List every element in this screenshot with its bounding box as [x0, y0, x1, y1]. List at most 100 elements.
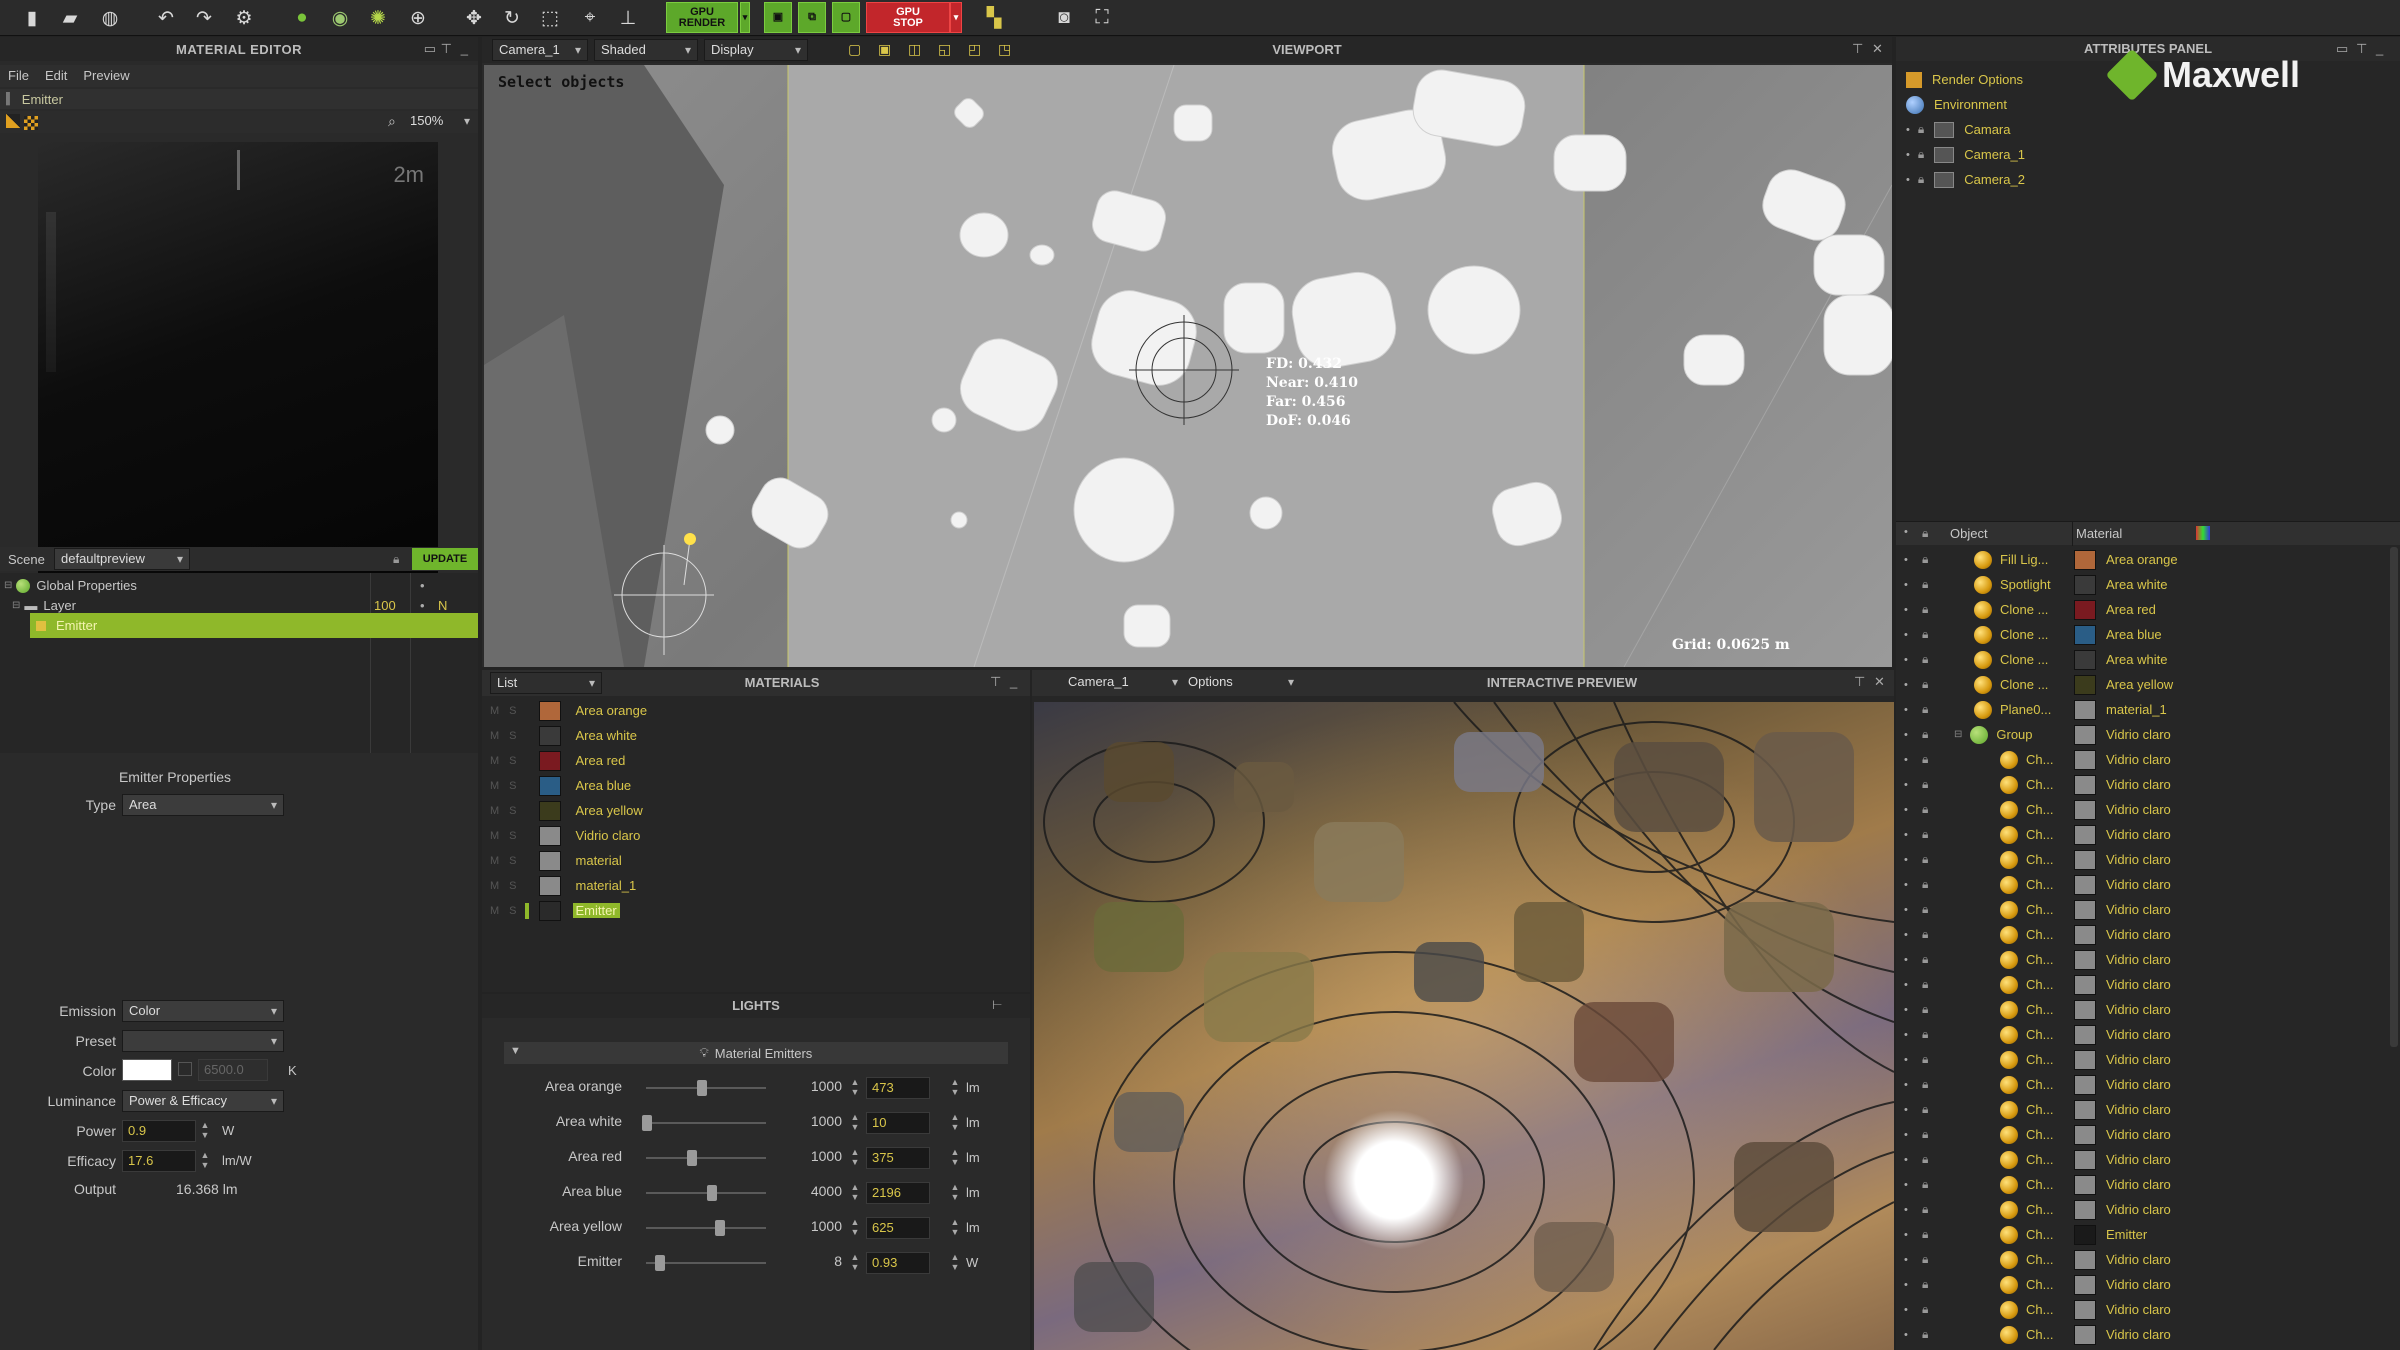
stop-dropdown-icon[interactable]: ▾ [950, 2, 962, 33]
light-slider-knob[interactable] [642, 1115, 652, 1131]
checker-icon[interactable] [24, 116, 38, 130]
object-row[interactable]: • 🔒︎ Ch... Vidrio claro [1896, 747, 2390, 772]
object-lock-icon[interactable]: 🔒︎ [1922, 1002, 1942, 1017]
object-lock-icon[interactable]: 🔒︎ [1922, 952, 1942, 967]
object-material-name[interactable]: Vidrio claro [2106, 1027, 2171, 1042]
object-material-name[interactable]: Vidrio claro [2106, 1302, 2171, 1317]
efficacy-stepper[interactable]: ▲ ▼ [198, 1150, 212, 1172]
object-lock-icon[interactable]: 🔒︎ [1922, 977, 1942, 992]
light-value-field[interactable]: 473 [866, 1077, 930, 1099]
panel-pin-icon[interactable]: ⊤ [441, 41, 452, 57]
light-max-stepper[interactable]: ▲ ▼ [848, 1182, 862, 1204]
tree-item-emitter[interactable]: Emitter [30, 613, 478, 638]
menu-edit[interactable]: Edit [37, 65, 75, 87]
material-emitters-group[interactable]: ▼ 💡︎ Material Emitters [504, 1042, 1008, 1064]
object-lock-icon[interactable]: 🔒︎ [1922, 1252, 1942, 1267]
object-material-name[interactable]: material_1 [2106, 702, 2167, 717]
render-blowup-icon[interactable]: ⧉ [798, 2, 826, 33]
object-row[interactable]: • 🔒︎ Ch... Vidrio claro [1896, 847, 2390, 872]
object-material-name[interactable]: Vidrio claro [2106, 852, 2171, 867]
efficacy-field[interactable]: 17.6 [122, 1150, 196, 1172]
object-row[interactable]: • 🔒︎ Ch... Vidrio claro [1896, 1247, 2390, 1272]
object-row[interactable]: • 🔒︎ Ch... Vidrio claro [1896, 947, 2390, 972]
material-item[interactable]: M S Area blue [482, 773, 1030, 798]
panel-minimize-icon[interactable]: _ [461, 41, 468, 56]
object-row[interactable]: • 🔒︎ Clone ... Area yellow [1896, 672, 2390, 697]
color-temperature-field[interactable]: 6500.0 [198, 1059, 268, 1081]
object-lock-icon[interactable]: 🔒︎ [1922, 927, 1942, 942]
viewport-close-icon[interactable]: ✕ [1872, 41, 1883, 57]
material-m-flag[interactable]: M [490, 780, 499, 792]
material-ball-icon[interactable]: ◉ [326, 4, 354, 32]
object-lock-icon[interactable]: 🔒︎ [1922, 1152, 1942, 1167]
materials-minimize-icon[interactable]: _ [1010, 674, 1017, 689]
light-value-stepper[interactable]: ▲ ▼ [948, 1252, 962, 1274]
material-s-flag[interactable]: S [509, 855, 516, 867]
light-value-field[interactable]: 375 [866, 1147, 930, 1169]
header-lock-icon[interactable]: 🔒︎ [1922, 526, 1928, 541]
object-row[interactable]: • 🔒︎ Ch... Vidrio claro [1896, 1322, 2390, 1347]
object-material-name[interactable]: Vidrio claro [2106, 1202, 2171, 1217]
object-material-name[interactable]: Vidrio claro [2106, 1252, 2171, 1267]
object-lock-icon[interactable]: 🔒︎ [1922, 852, 1942, 867]
material-column-header[interactable]: Material [2076, 526, 2122, 541]
light-slider-track[interactable] [646, 1122, 766, 1124]
object-material-name[interactable]: Vidrio claro [2106, 827, 2171, 842]
attributes-minimize-icon[interactable]: _ [2376, 41, 2383, 56]
render-options-item[interactable]: Render Options [1896, 67, 2196, 92]
materials-view-select[interactable]: List [490, 672, 602, 694]
object-material-name[interactable]: Vidrio claro [2106, 1277, 2171, 1292]
light-slider-knob[interactable] [715, 1220, 725, 1236]
render-preview-icon[interactable]: ▢ [832, 2, 860, 33]
material-m-flag[interactable]: M [490, 805, 499, 817]
object-row[interactable]: • 🔒︎ Ch... Vidrio claro [1896, 872, 2390, 897]
object-material-name[interactable]: Vidrio claro [2106, 877, 2171, 892]
object-lock-icon[interactable]: 🔒︎ [1922, 677, 1942, 692]
object-material-name[interactable]: Vidrio claro [2106, 927, 2171, 942]
object-row[interactable]: • 🔒︎ Ch... Vidrio claro [1896, 1272, 2390, 1297]
material-s-flag[interactable]: S [509, 830, 516, 842]
axis-icon[interactable]: ⊥ [614, 4, 642, 32]
preview-pin-icon[interactable]: ⊤ [1854, 674, 1865, 690]
object-material-name[interactable]: Vidrio claro [2106, 802, 2171, 817]
view-split-icon[interactable]: ◫ [908, 41, 921, 58]
light-value-field[interactable]: 0.93 [866, 1252, 930, 1274]
scene-lock-icon[interactable]: 🔒︎ [393, 552, 399, 567]
object-lock-icon[interactable]: 🔒︎ [1922, 1027, 1942, 1042]
object-row[interactable]: • 🔒︎ Ch... Vidrio claro [1896, 1197, 2390, 1222]
material-s-flag[interactable]: S [509, 730, 516, 742]
light-value-field[interactable]: 10 [866, 1112, 930, 1134]
object-row[interactable]: • 🔒︎ Ch... Vidrio claro [1896, 1122, 2390, 1147]
object-lock-icon[interactable]: 🔒︎ [1922, 1227, 1942, 1242]
object-row[interactable]: • 🔒︎ Ch... Vidrio claro [1896, 1172, 2390, 1197]
light-slider-track[interactable] [646, 1157, 766, 1159]
layout-icon[interactable]: ▚ [980, 4, 1008, 32]
breadcrumb-emitter[interactable]: Emitter [22, 92, 63, 107]
object-material-name[interactable]: Area orange [2106, 552, 2178, 567]
emission-select[interactable]: Color [122, 1000, 284, 1022]
light-slider-knob[interactable] [707, 1185, 717, 1201]
render-region-icon[interactable]: ▣ [764, 2, 792, 33]
color-temp-checkbox[interactable] [178, 1062, 192, 1076]
light-slider-track[interactable] [646, 1192, 766, 1194]
tree-collapse-icon[interactable]: ⊟ [4, 580, 12, 591]
viewport-canvas[interactable]: Select objects FD: 0.432 Near: 0.410 Far… [484, 65, 1892, 667]
scale-icon[interactable]: ⬚ [536, 4, 564, 32]
light-max-stepper[interactable]: ▲ ▼ [848, 1077, 862, 1099]
object-material-name[interactable]: Vidrio claro [2106, 902, 2171, 917]
object-material-name[interactable]: Vidrio claro [2106, 1177, 2171, 1192]
material-item[interactable]: M S Area red [482, 748, 1030, 773]
object-lock-icon[interactable]: 🔒︎ [1922, 827, 1942, 842]
lights-collapse-icon[interactable]: ⊢ [992, 998, 1002, 1012]
viewport-pin-icon[interactable]: ⊤ [1852, 41, 1863, 57]
object-lock-icon[interactable]: 🔒︎ [1922, 1102, 1942, 1117]
new-file-icon[interactable]: ▮ [18, 4, 46, 32]
object-lock-icon[interactable]: 🔒︎ [1922, 752, 1942, 767]
material-m-flag[interactable]: M [490, 855, 499, 867]
view-safe-icon[interactable]: ◳ [998, 41, 1011, 58]
object-lock-icon[interactable]: 🔒︎ [1922, 802, 1942, 817]
object-row[interactable]: • 🔒︎ Clone ... Area red [1896, 597, 2390, 622]
material-m-flag[interactable]: M [490, 705, 499, 717]
open-folder-icon[interactable]: ▰ [56, 4, 84, 32]
object-lock-icon[interactable]: 🔒︎ [1922, 902, 1942, 917]
